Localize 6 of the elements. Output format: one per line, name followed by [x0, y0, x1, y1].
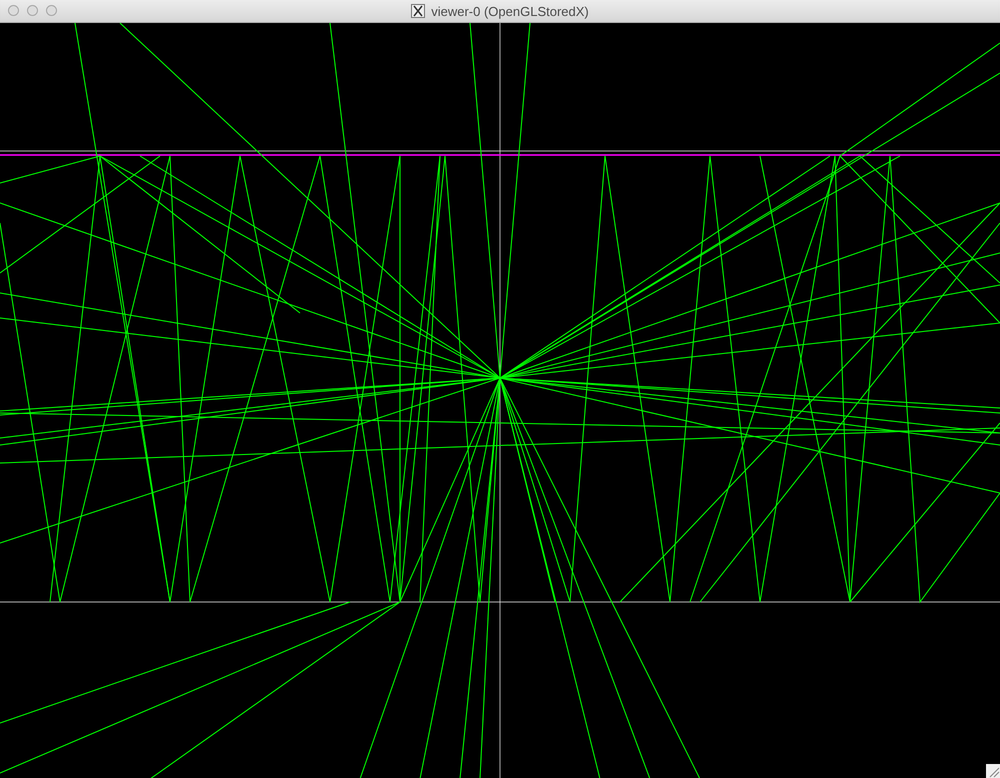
window-title: viewer-0 (OpenGLStoredX): [431, 4, 589, 18]
close-button[interactable]: [8, 5, 19, 16]
minimize-button[interactable]: [27, 5, 38, 16]
resize-grip-icon[interactable]: [986, 764, 1000, 778]
zoom-button[interactable]: [46, 5, 57, 16]
x-app-icon: [411, 4, 426, 18]
